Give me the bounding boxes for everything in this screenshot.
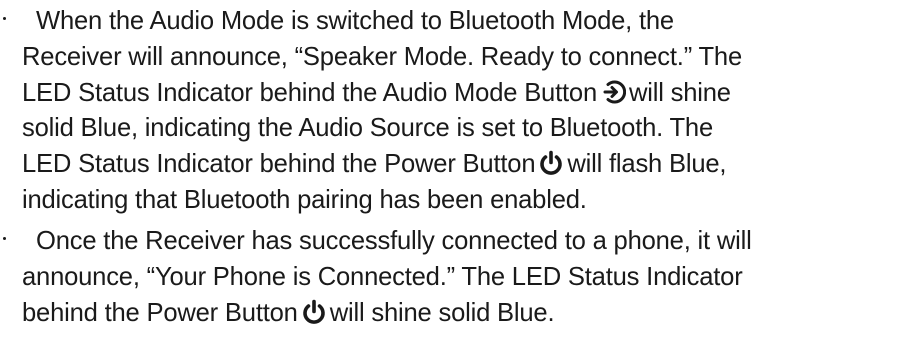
bullet-text: When the Audio Mode is switched to Bluet… [22,4,890,219]
bullet-text: Once the Receiver has successfully conne… [22,224,890,331]
text-line: LED Status Indicator behind the Audio Mo… [22,76,890,112]
text-line: solid Blue, indicating the Audio Source … [22,114,714,143]
text-segment: will shine [628,78,731,107]
bullet-dot [3,17,6,20]
text-line: announce, “Your Phone is Connected.” The… [22,262,743,291]
text-segment: LED Status Indicator behind the Audio Mo… [22,78,597,107]
power-icon [538,150,564,176]
bullet-dot [3,237,6,240]
text-line: indicating that Bluetooth pairing has be… [22,185,587,214]
power-icon [301,299,327,325]
text-line: Receiver will announce, “Speaker Mode. R… [22,42,742,71]
text-segment: LED Status Indicator behind the Power Bu… [22,150,536,179]
text-line: behind the Power Button will shine solid… [22,296,890,332]
text-segment: will shine solid Blue. [329,298,555,327]
document-page: When the Audio Mode is switched to Bluet… [0,0,897,361]
text-segment: will flash Blue, [567,150,727,179]
audio-mode-icon [600,79,626,105]
text-line: Once the Receiver has successfully conne… [36,227,752,255]
text-segment: behind the Power Button [22,298,298,327]
text-line: When the Audio Mode is switched to Bluet… [36,7,674,35]
text-line: LED Status Indicator behind the Power Bu… [22,147,890,183]
